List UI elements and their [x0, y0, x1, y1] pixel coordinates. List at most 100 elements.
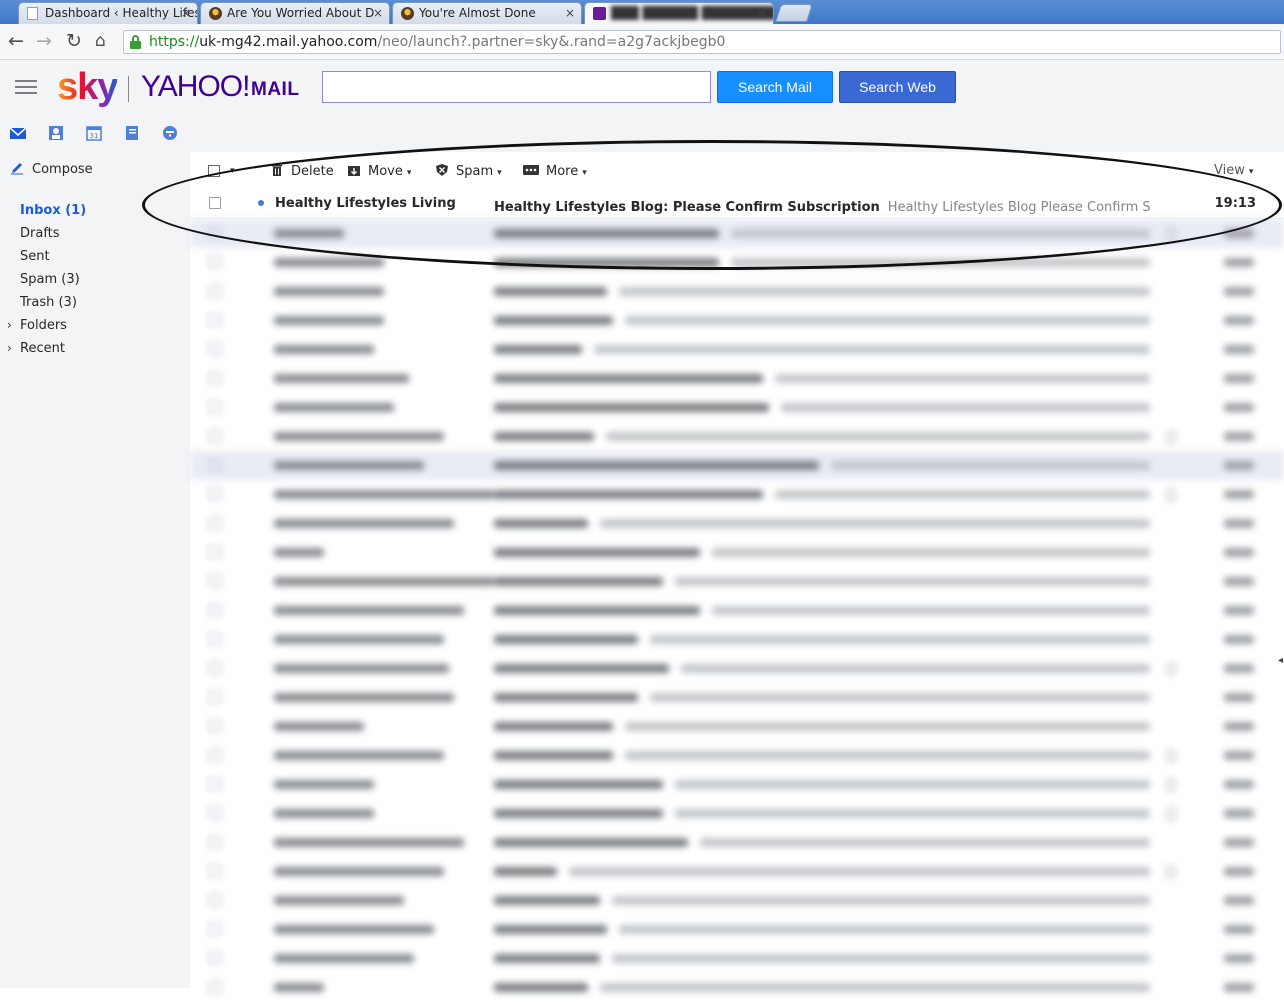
message-checkbox[interactable] [209, 662, 221, 674]
browser-tab-worried[interactable]: Are You Worried About D × [200, 2, 390, 24]
message-checkbox[interactable] [209, 517, 221, 529]
message-checkbox[interactable] [209, 575, 221, 587]
obscured-message-row[interactable] [190, 857, 1284, 886]
sidebar-item-trash[interactable]: Trash (3) [20, 295, 77, 310]
scroll-indicator-icon[interactable]: ◂ [1278, 655, 1283, 666]
tab-close-icon[interactable]: × [757, 3, 767, 23]
tab-close-icon[interactable]: × [181, 3, 191, 23]
obscured-message-row[interactable] [190, 828, 1284, 857]
browser-tab-dashboard[interactable]: Dashboard ‹ Healthy Lifes × [18, 2, 198, 24]
message-checkbox[interactable] [209, 633, 221, 645]
obscured-message-row[interactable] [190, 393, 1284, 422]
search-input[interactable] [322, 71, 711, 103]
message-checkbox[interactable] [209, 197, 221, 209]
sidebar-item-folders[interactable]: Folders [20, 318, 67, 333]
message-checkbox[interactable] [209, 604, 221, 616]
obscured-message-row[interactable] [190, 799, 1284, 828]
message-checkbox[interactable] [209, 807, 221, 819]
obscured-message-row[interactable] [190, 248, 1284, 277]
obscured-message-row[interactable] [190, 422, 1284, 451]
sidebar-item-spam[interactable]: Spam (3) [20, 272, 80, 287]
delete-button[interactable]: Delete [270, 163, 334, 179]
message-checkbox[interactable] [209, 546, 221, 558]
compose-label: Compose [32, 162, 93, 177]
move-button[interactable]: Move ▾ [347, 163, 411, 179]
message-checkbox[interactable] [209, 691, 221, 703]
chevron-right-icon[interactable]: › [7, 341, 12, 355]
obscured-message-row[interactable] [190, 538, 1284, 567]
search-web-button[interactable]: Search Web [839, 71, 956, 103]
obscured-message-row[interactable] [190, 451, 1284, 480]
search-mail-button[interactable]: Search Mail [717, 71, 833, 103]
message-checkbox[interactable] [209, 459, 221, 471]
menu-icon[interactable] [15, 80, 37, 96]
message-checkbox[interactable] [209, 952, 221, 964]
message-checkbox[interactable] [209, 836, 221, 848]
select-all-checkbox[interactable] [208, 165, 220, 177]
obscured-message-row[interactable] [190, 364, 1284, 393]
contacts-icon[interactable] [48, 125, 64, 141]
more-button[interactable]: More ▾ [523, 163, 587, 179]
message-checkbox[interactable] [209, 720, 221, 732]
messenger-icon[interactable] [162, 125, 178, 141]
obscured-message-row[interactable] [190, 683, 1284, 712]
obscured-sender [274, 925, 434, 934]
message-checkbox[interactable] [209, 372, 221, 384]
obscured-message-row[interactable] [190, 654, 1284, 683]
message-row[interactable]: Healthy Lifestyles Living Healthy Lifest… [190, 189, 1284, 219]
obscured-message-row[interactable] [190, 770, 1284, 799]
message-checkbox[interactable] [209, 778, 221, 790]
compose-button[interactable]: Compose [10, 161, 93, 177]
obscured-message-row[interactable] [190, 944, 1284, 973]
message-checkbox[interactable] [209, 227, 221, 239]
new-tab-button[interactable] [775, 4, 813, 22]
obscured-message-row[interactable] [190, 306, 1284, 335]
reload-icon[interactable]: ↻ [66, 30, 82, 52]
message-checkbox[interactable] [209, 894, 221, 906]
message-checkbox[interactable] [209, 314, 221, 326]
obscured-message-row[interactable] [190, 625, 1284, 654]
home-icon[interactable]: ⌂ [95, 30, 106, 52]
obscured-message-row[interactable] [190, 480, 1284, 509]
sidebar-item-drafts[interactable]: Drafts [20, 226, 60, 241]
message-checkbox[interactable] [209, 749, 221, 761]
sidebar-item-inbox[interactable]: Inbox (1) [20, 203, 86, 218]
browser-tab-yahoo-mail[interactable]: ███ ██████ ████████ × [584, 2, 774, 24]
message-checkbox[interactable] [209, 865, 221, 877]
obscured-message-row[interactable] [190, 219, 1284, 248]
message-checkbox[interactable] [209, 343, 221, 355]
sidebar-item-sent[interactable]: Sent [20, 249, 50, 264]
message-checkbox[interactable] [209, 430, 221, 442]
obscured-subject [494, 635, 638, 644]
notepad-icon[interactable] [124, 125, 140, 141]
message-checkbox[interactable] [209, 923, 221, 935]
browser-tab-almost-done[interactable]: You're Almost Done × [392, 2, 582, 24]
obscured-message-row[interactable] [190, 567, 1284, 596]
obscured-message-row[interactable] [190, 915, 1284, 944]
spam-button[interactable]: Spam ▾ [435, 163, 502, 179]
obscured-message-row[interactable] [190, 596, 1284, 625]
tab-close-icon[interactable]: × [373, 3, 383, 23]
message-checkbox[interactable] [209, 285, 221, 297]
chevron-down-icon[interactable]: ▾ [230, 166, 235, 176]
message-checkbox[interactable] [209, 981, 221, 993]
message-checkbox[interactable] [209, 401, 221, 413]
mail-icon[interactable] [10, 125, 26, 141]
obscured-message-row[interactable] [190, 886, 1284, 915]
message-checkbox[interactable] [209, 488, 221, 500]
address-bar[interactable]: https://uk-mg42.mail.yahoo.com/neo/launc… [123, 30, 1281, 54]
obscured-message-row[interactable] [190, 335, 1284, 364]
forward-icon[interactable]: → [36, 30, 52, 52]
sidebar-item-recent[interactable]: Recent [20, 341, 65, 356]
calendar-icon[interactable]: 31 [86, 125, 102, 141]
obscured-message-row[interactable] [190, 509, 1284, 538]
message-checkbox[interactable] [209, 256, 221, 268]
view-button[interactable]: View ▾ [1214, 163, 1253, 178]
obscured-message-row[interactable] [190, 741, 1284, 770]
tab-close-icon[interactable]: × [565, 3, 575, 23]
chevron-down-icon: ▾ [406, 168, 412, 178]
obscured-message-row[interactable] [190, 277, 1284, 306]
chevron-right-icon[interactable]: › [7, 318, 12, 332]
obscured-message-row[interactable] [190, 712, 1284, 741]
back-icon[interactable]: ← [8, 30, 24, 52]
